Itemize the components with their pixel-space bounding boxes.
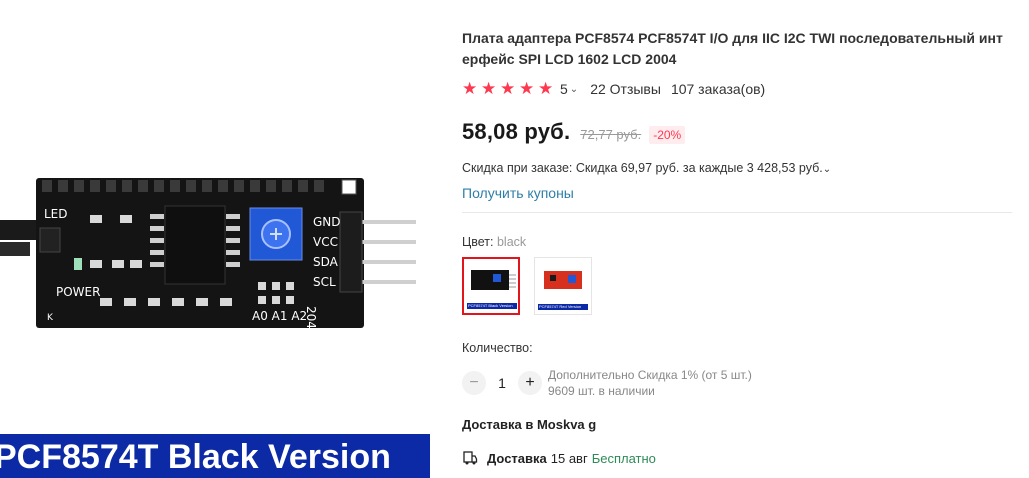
quantity-minus-button[interactable]: − [462,371,486,395]
delivery-date: 15 авг [550,450,588,466]
quantity-label: Количество: [462,341,533,355]
swatch-black[interactable]: PCF8574T Black Version [462,257,520,315]
swatch-black-image [471,270,516,290]
board-pin-sda: SDA [313,255,339,269]
star-icon: ★ [500,79,516,98]
board-led-label: LED [44,207,68,221]
color-selected-value: black [496,235,527,249]
quantity-stepper: − + Дополнительно Скидка 1% (от 5 шт.) 9… [462,367,1022,399]
delivery-row: Доставка 15 авг Бесплатно [462,450,1022,466]
star-icon: ★ [462,79,478,98]
chevron-down-icon: ⌄ [822,164,832,175]
board-pin-gnd: GND [313,215,341,229]
stock-note: 9609 шт. в наличии [548,384,655,398]
bulk-discount-note: Дополнительно Скидка 1% (от 5 шт.) [548,368,752,382]
divider [462,212,1012,213]
board-illustration: LED POWER K GND VCC SDA SCL A0 A1 A2 204 [0,178,416,329]
current-price: 58,08 руб. [462,119,571,144]
board-power-label: POWER [56,285,100,299]
swatch-red-caption: PCF8574T Red Version [538,304,588,310]
price-row: 58,08 руб. 72,77 руб. -20% [462,119,1022,145]
orders-count: 107 заказа(ов) [670,81,766,97]
star-icon: ★ [538,79,554,98]
quantity-notes: Дополнительно Скидка 1% (от 5 шт.) 9609 … [548,367,752,399]
board-pin-vcc: VCC [313,235,338,249]
product-title: Плата адаптера PCF8574 PCF8574T I/O для … [462,30,1003,67]
star-icon: ★ [481,79,497,98]
board-pin-scl: SCL [313,275,336,289]
image-caption-banner: PCF8574T Black Version [0,434,430,478]
rating-row: ★ ★ ★ ★ ★ 5 ⌄ 22 Отзывы 107 заказа(ов) [462,79,1022,98]
quantity-plus-button[interactable]: + [518,371,542,395]
color-swatches: PCF8574T Black Version PCF8574T Red Vers… [462,257,1022,315]
old-price: 72,77 руб. [580,127,642,142]
swatch-red[interactable]: PCF8574T Red Version [534,257,592,315]
delivery-icon [463,451,478,465]
delivery-destination[interactable]: Доставка в Moskva g [462,417,1022,432]
quantity-input[interactable] [486,375,518,391]
board-addr-label: A0 A1 A2 [252,309,307,323]
discount-badge: -20% [649,126,686,144]
get-coupons-link[interactable]: Получить купоны [462,185,1022,201]
color-label: Цвет: black [462,235,1022,249]
delivery-price: Бесплатно [591,450,656,466]
delivery-label: Доставка [487,450,547,466]
rating-value[interactable]: 5 [560,81,568,97]
chevron-down-icon[interactable]: ⌄ [570,84,578,95]
product-image[interactable]: LED POWER K GND VCC SDA SCL A0 A1 A2 204… [0,0,440,478]
swatch-red-image [544,271,582,289]
color-label-text: Цвет: [462,235,494,249]
promo-text: Скидка при заказе: Скидка 69,97 руб. за … [462,161,823,175]
star-icon: ★ [519,79,535,98]
rating-stars: ★ ★ ★ ★ ★ [462,79,554,98]
reviews-link[interactable]: 22 Отзывы [590,81,661,97]
swatch-black-caption: PCF8574T Black Version [467,303,517,309]
order-discount-promo[interactable]: Скидка при заказе: Скидка 69,97 руб. за … [462,161,1022,175]
board-chip-label: 204 [304,306,318,329]
product-info: Плата адаптера PCF8574 PCF8574T I/O для … [462,28,1022,466]
